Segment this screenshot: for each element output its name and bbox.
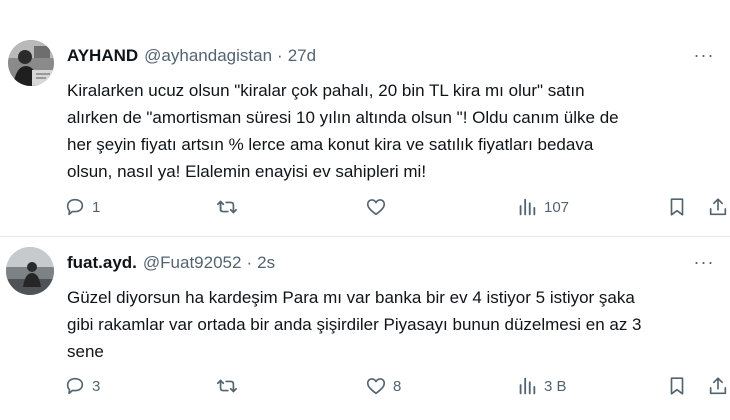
heart-icon	[366, 378, 386, 395]
reply-count: 1	[92, 198, 101, 216]
reply-button[interactable]: 3	[64, 372, 100, 400]
share-button[interactable]	[707, 193, 729, 221]
share-button[interactable]	[707, 372, 729, 400]
tweet-text: Güzel diyorsun ha kardeşim Para mı var b…	[67, 288, 642, 361]
bookmark-icon	[670, 377, 684, 395]
tweet[interactable]: fuat.ayd. @Fuat92052 · 2s ··· Güzel diyo…	[0, 237, 730, 420]
views-icon	[519, 198, 536, 216]
like-button[interactable]: 8	[365, 372, 401, 400]
reply-icon	[66, 377, 84, 395]
like-count: 8	[393, 377, 402, 395]
tweet-header: fuat.ayd. @Fuat92052 · 2s	[67, 251, 275, 275]
tweet-actions: 1 107	[62, 193, 727, 221]
retweet-button[interactable]	[216, 372, 244, 400]
avatar-photo-man-at-desk	[8, 40, 54, 86]
tweet-header: AYHAND @ayhandagistan · 27d	[67, 44, 316, 68]
views-icon	[519, 377, 536, 395]
user-handle[interactable]: @ayhandagistan	[144, 46, 272, 66]
reply-count: 3	[92, 377, 101, 395]
display-name[interactable]: fuat.ayd.	[67, 253, 137, 273]
heart-icon	[366, 199, 386, 216]
views-button[interactable]: 107	[516, 193, 569, 221]
tweet-text: Kiralarken ucuz olsun "kiralar çok pahal…	[67, 81, 619, 181]
timestamp[interactable]: 2s	[257, 253, 275, 273]
views-button[interactable]: 3 B	[516, 372, 567, 400]
tweet-actions: 3 8 3 B	[62, 372, 727, 400]
separator-dot: ·	[277, 46, 283, 65]
bookmark-icon	[670, 198, 684, 216]
reply-button[interactable]: 1	[64, 193, 100, 221]
more-icon: ···	[693, 251, 715, 272]
avatar[interactable]	[6, 247, 54, 295]
bookmark-button[interactable]	[666, 193, 688, 221]
separator-dot: ·	[246, 253, 253, 272]
views-count: 107	[544, 198, 570, 216]
avatar[interactable]	[8, 40, 54, 86]
timestamp[interactable]: 27d	[288, 46, 316, 66]
tweet[interactable]: AYHAND @ayhandagistan · 27d ··· Kiralark…	[0, 0, 730, 237]
more-icon: ···	[693, 44, 715, 65]
reply-icon	[66, 198, 84, 216]
display-name[interactable]: AYHAND	[67, 46, 138, 66]
tweet-feed: AYHAND @ayhandagistan · 27d ··· Kiralark…	[0, 0, 730, 420]
retweet-button[interactable]	[216, 193, 244, 221]
share-icon	[709, 198, 727, 216]
retweet-icon	[217, 200, 237, 214]
user-handle[interactable]: @Fuat92052	[143, 253, 242, 273]
like-button[interactable]	[365, 193, 393, 221]
more-options-button[interactable]: ···	[692, 44, 716, 66]
views-count: 3 B	[544, 377, 567, 395]
more-options-button[interactable]: ···	[692, 251, 716, 273]
avatar-photo-person-by-sea	[6, 247, 54, 295]
share-icon	[709, 377, 727, 395]
bookmark-button[interactable]	[666, 372, 688, 400]
retweet-icon	[217, 379, 237, 393]
